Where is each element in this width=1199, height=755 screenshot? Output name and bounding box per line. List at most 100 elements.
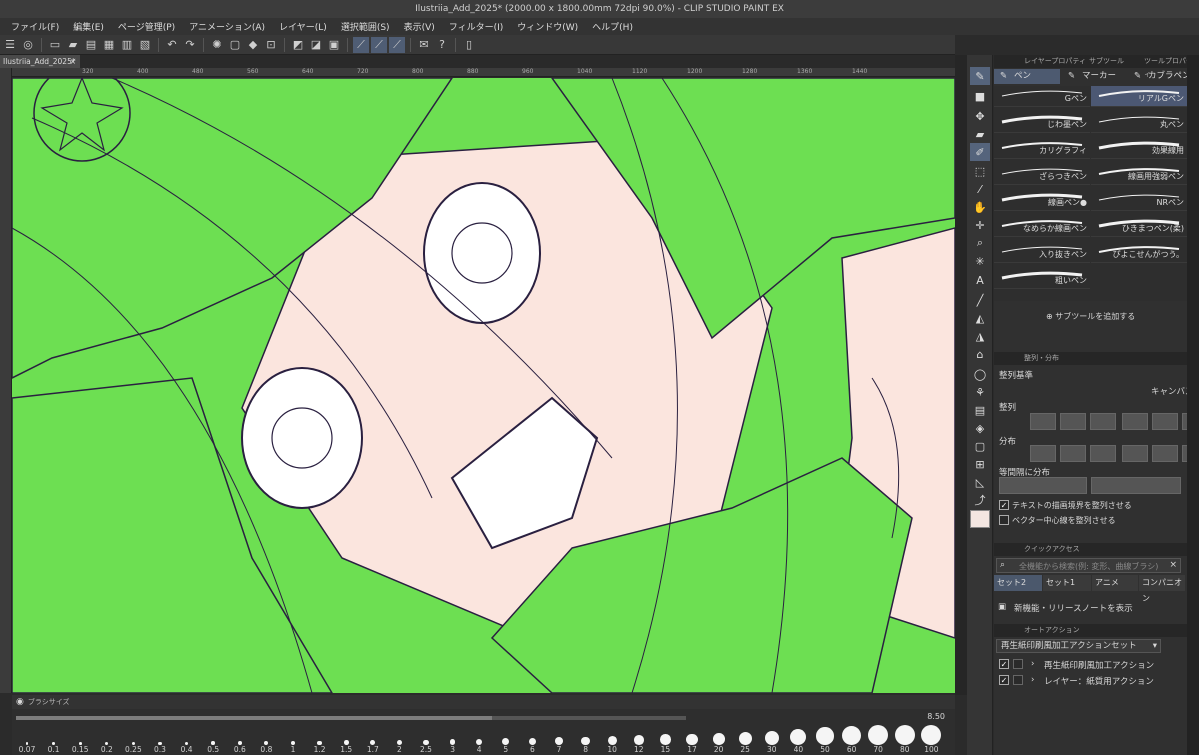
- zoom-icon[interactable]: ⌕: [970, 234, 990, 252]
- brush-size-preset[interactable]: 6: [519, 737, 545, 754]
- align-top-button[interactable]: [1122, 413, 1148, 430]
- align-right-button[interactable]: [1090, 413, 1116, 430]
- brush-size-preset[interactable]: 0.15: [67, 742, 93, 754]
- pen-icon[interactable]: ✎: [970, 67, 990, 85]
- equal-spacing-horizontal-button[interactable]: [999, 477, 1087, 494]
- equal-spacing-vertical-button[interactable]: [1091, 477, 1181, 494]
- brush-size-preset[interactable]: 2.5: [413, 739, 439, 754]
- quick-tab-set1[interactable]: セット1: [1043, 575, 1091, 591]
- menu-animation[interactable]: アニメーション(A): [182, 20, 272, 33]
- brush-size-preset[interactable]: 15: [652, 734, 678, 754]
- subtool-item[interactable]: リアルGペン: [1091, 86, 1187, 107]
- ruler-icon[interactable]: ⊞: [970, 455, 990, 473]
- save-icon[interactable]: ▤: [83, 37, 99, 53]
- line-icon[interactable]: ╱: [970, 291, 990, 309]
- new-file-icon[interactable]: ▭: [47, 37, 63, 53]
- action-enabled-checkbox[interactable]: ✓: [999, 675, 1009, 685]
- brush-size-preset[interactable]: 20: [706, 733, 732, 754]
- loading-icon[interactable]: ✺: [209, 37, 225, 53]
- tab-subtool[interactable]: サブツール: [1089, 55, 1124, 68]
- gradient-icon[interactable]: ▤: [970, 401, 990, 419]
- action-dialog-toggle[interactable]: [1013, 675, 1023, 685]
- undo-icon[interactable]: ↶: [164, 37, 180, 53]
- action-dialog-toggle[interactable]: [1013, 659, 1023, 669]
- subtool-item[interactable]: 線画用強弱ペン: [1091, 164, 1187, 185]
- subtool-tab-marker[interactable]: ✎ マーカー: [1062, 69, 1128, 84]
- brush-size-preset[interactable]: 70: [865, 725, 891, 754]
- blend-icon[interactable]: ◭: [970, 309, 990, 327]
- brush-size-preset[interactable]: 0.4: [174, 741, 200, 754]
- brush-size-preset[interactable]: 30: [759, 730, 785, 754]
- fill-icon[interactable]: ◈: [970, 419, 990, 437]
- stabilize-icon[interactable]: ⟋: [353, 36, 369, 53]
- brush-size-preset[interactable]: 8: [573, 736, 599, 754]
- subtool-item[interactable]: 粗いペン: [994, 268, 1090, 289]
- subtool-item[interactable]: カリグラフィ: [994, 138, 1090, 159]
- canvas-scrollbar[interactable]: [955, 55, 967, 695]
- distribute-left-button[interactable]: [1030, 445, 1056, 462]
- snap-special-ruler-icon[interactable]: ⟋: [389, 36, 405, 53]
- brush-size-preset[interactable]: 25: [732, 732, 758, 754]
- share-icon[interactable]: ▧: [137, 37, 153, 53]
- subtool-item[interactable]: 線画ペン●: [994, 190, 1090, 211]
- figure-icon[interactable]: ▢: [970, 437, 990, 455]
- menu-file[interactable]: ファイル(F): [4, 20, 66, 33]
- fill-icon[interactable]: ◆: [245, 37, 261, 53]
- open-folder-icon[interactable]: ▰: [65, 37, 81, 53]
- eraser-icon[interactable]: ▰: [970, 125, 990, 143]
- auto-action-row[interactable]: ✓ › 再生紙印刷風加工アクション: [994, 657, 1184, 672]
- clear-icon[interactable]: ▢: [227, 37, 243, 53]
- selection-area-icon[interactable]: ▣: [326, 37, 342, 53]
- menu-view[interactable]: 表示(V): [397, 20, 442, 33]
- subtool-item[interactable]: 入り抜きペン: [994, 242, 1090, 263]
- auto-action-set-select[interactable]: 再生紙印刷風加工アクションセット ▾: [996, 639, 1161, 653]
- brush-size-preset[interactable]: 0.25: [120, 741, 146, 754]
- layer-move-icon[interactable]: ✥: [970, 107, 990, 125]
- quick-item-release-notes[interactable]: ▣ 新機能・リリースノートを表示: [996, 602, 1181, 616]
- close-icon[interactable]: ×: [70, 55, 76, 68]
- distribute-right-button[interactable]: [1090, 445, 1116, 462]
- print-icon[interactable]: ▥: [119, 37, 135, 53]
- brush-size-slider[interactable]: 8.50: [12, 709, 955, 727]
- vector-center-checkbox[interactable]: [999, 515, 1009, 525]
- menu-edit[interactable]: 編集(E): [66, 20, 111, 33]
- move-icon[interactable]: ✛: [970, 216, 990, 234]
- brush-size-preset[interactable]: 0.2: [94, 742, 120, 754]
- distribute-center-button[interactable]: [1060, 445, 1086, 462]
- brush-size-preset[interactable]: 0.07: [14, 742, 40, 754]
- menu-layer[interactable]: レイヤー(L): [272, 20, 334, 33]
- auto-select-icon[interactable]: ✳: [970, 252, 990, 270]
- brush-size-preset[interactable]: 80: [892, 725, 918, 754]
- brush-size-preset[interactable]: 1.7: [360, 740, 386, 754]
- align-middle-button[interactable]: [1152, 413, 1178, 430]
- subtool-tab-pen[interactable]: ✎ ペン: [994, 69, 1060, 84]
- text-bounds-checkbox[interactable]: ✓: [999, 500, 1009, 510]
- color-swatch-icon[interactable]: ■: [970, 87, 990, 105]
- clip-studio-icon[interactable]: ◎: [20, 37, 36, 53]
- snap-ruler-icon[interactable]: ⟋: [371, 36, 387, 53]
- brush-size-preset[interactable]: 2: [386, 739, 412, 754]
- quick-tab-companion[interactable]: コンパニオン: [1139, 575, 1185, 603]
- eyedropper-icon[interactable]: ⁄: [970, 180, 990, 198]
- frame-icon[interactable]: ⌂: [970, 345, 990, 363]
- subtool-item[interactable]: NRペン: [1091, 190, 1187, 211]
- brush-size-preset[interactable]: 0.8: [253, 741, 279, 754]
- menu-window[interactable]: ウィンドウ(W): [510, 20, 585, 33]
- brush-size-preset[interactable]: 4: [466, 738, 492, 754]
- brush-size-preset[interactable]: 100: [918, 725, 944, 754]
- subtool-item[interactable]: Gペン: [994, 86, 1090, 107]
- distribute-middle-button[interactable]: [1152, 445, 1178, 462]
- menu-help[interactable]: ヘルプ(H): [585, 20, 640, 33]
- brush-size-preset[interactable]: 12: [626, 735, 652, 754]
- brush-size-preset[interactable]: 7: [546, 737, 572, 754]
- export-icon[interactable]: ▦: [101, 37, 117, 53]
- subtool-item[interactable]: なめらか線画ペン: [994, 216, 1090, 237]
- brush-size-preset[interactable]: 10: [599, 736, 625, 754]
- auto-action-row[interactable]: ✓ › レイヤー：紙質用アクション: [994, 673, 1184, 688]
- menu-selection[interactable]: 選択範囲(S): [334, 20, 397, 33]
- selection-icon[interactable]: ⬚: [970, 162, 990, 180]
- redo-icon[interactable]: ↷: [182, 37, 198, 53]
- brush-size-preset[interactable]: 17: [679, 733, 705, 754]
- brush-size-preset[interactable]: 50: [812, 727, 838, 754]
- brush-size-preset[interactable]: 0.1: [41, 742, 67, 754]
